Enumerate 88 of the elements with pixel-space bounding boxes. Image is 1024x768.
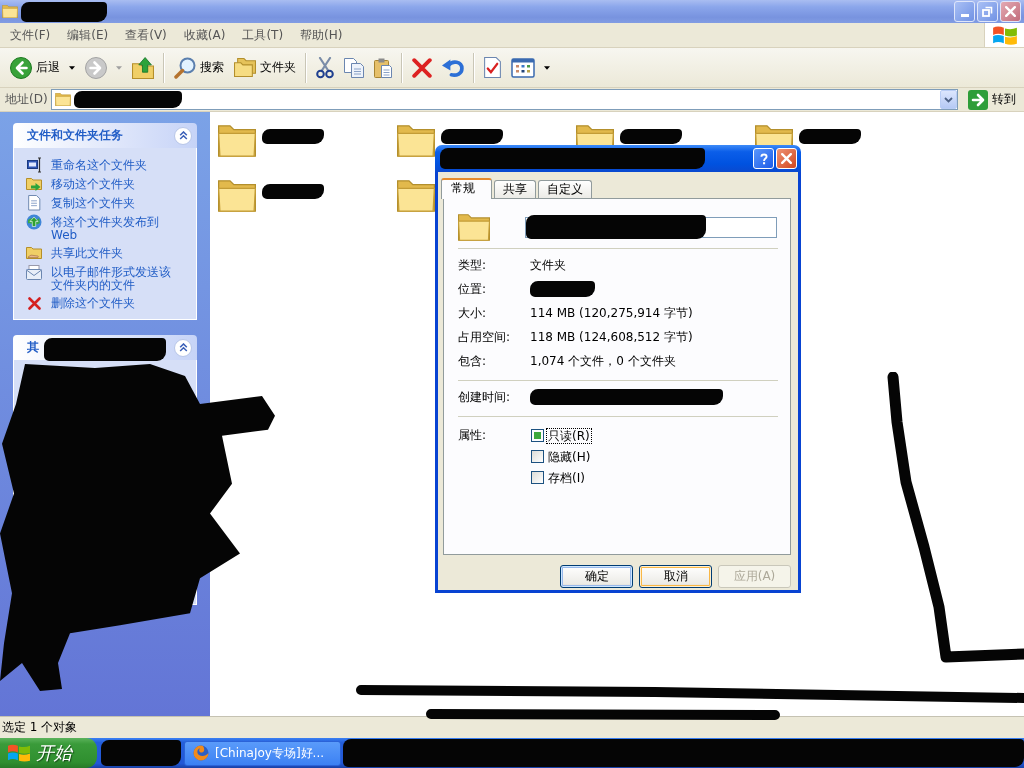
collapse-button[interactable] xyxy=(174,126,192,145)
scissors-icon xyxy=(316,56,334,79)
folder-icon xyxy=(54,93,71,106)
help-button[interactable] xyxy=(753,148,774,169)
flag-logo-icon xyxy=(992,25,1017,45)
checkbox-label[interactable]: 存档(I) xyxy=(546,469,587,486)
task-link[interactable]: 将这个文件夹发布到 Web xyxy=(26,213,173,244)
tab[interactable]: 自定义 xyxy=(538,180,592,198)
property-label: 位置: xyxy=(458,280,487,298)
close-icon xyxy=(1005,6,1016,17)
folder-icon[interactable] xyxy=(397,125,435,157)
cross-icon xyxy=(27,296,41,310)
collapse-button[interactable] xyxy=(174,338,192,357)
minimize-icon xyxy=(960,14,969,17)
flag-logo-icon xyxy=(8,744,30,762)
menu-item[interactable]: 查看(V) xyxy=(117,24,175,46)
task-link[interactable]: 移动这个文件夹 xyxy=(26,175,135,194)
window-cursor-icon xyxy=(26,157,42,173)
folder-icon[interactable] xyxy=(218,125,256,157)
folder-arrow-icon xyxy=(26,177,42,191)
folder-icon xyxy=(2,5,18,18)
caret-icon xyxy=(69,65,75,70)
copy-icon xyxy=(344,57,364,78)
status-text: 选定 1 个对象 xyxy=(2,718,78,736)
document-check-icon xyxy=(484,57,501,78)
task-link[interactable]: 重命名这个文件夹 xyxy=(26,156,147,175)
folder-up-arrow-icon xyxy=(132,56,154,79)
tab[interactable]: 常规 xyxy=(441,178,492,199)
property-label: 创建时间: xyxy=(458,388,511,406)
search-icon xyxy=(174,56,196,79)
property-label: 大小: xyxy=(458,304,487,322)
envelope-icon xyxy=(26,264,42,280)
checkbox[interactable] xyxy=(531,471,544,484)
folder-hand-icon xyxy=(26,246,42,260)
checkbox-label[interactable]: 只读(R) xyxy=(546,427,592,444)
property-label: 占用空间: xyxy=(458,328,511,346)
folders-icon xyxy=(234,58,256,77)
property-label: 类型: xyxy=(458,256,487,274)
checkbox-label[interactable]: 隐藏(H) xyxy=(546,448,593,465)
checkbox[interactable] xyxy=(531,429,544,442)
undo-arrow-icon xyxy=(442,58,464,77)
go-button[interactable]: 转到 xyxy=(964,89,1020,110)
address-label: 地址(D) xyxy=(5,91,48,108)
panel-title: 文件和文件夹任务 xyxy=(27,127,123,144)
name-field[interactable] xyxy=(525,216,777,238)
menu-item[interactable]: 工具(T) xyxy=(234,24,292,46)
menu-item[interactable]: 文件(F) xyxy=(2,24,59,46)
folder-icon[interactable] xyxy=(397,180,435,212)
help-icon xyxy=(759,152,768,165)
property-label: 属性: xyxy=(458,427,487,444)
clipboard-icon xyxy=(374,57,392,78)
folder-icon[interactable] xyxy=(755,125,793,145)
search-button[interactable]: 搜索 xyxy=(169,50,229,85)
dialog-button[interactable]: 取消 xyxy=(639,565,712,588)
address-field[interactable] xyxy=(50,89,958,110)
property-value: 114 MB (120,275,914 字节) xyxy=(530,304,693,322)
menu-item[interactable]: 帮助(H) xyxy=(292,24,351,46)
task-link[interactable]: 删除这个文件夹 xyxy=(26,294,135,313)
document-icon xyxy=(27,195,41,211)
chevron-down-icon xyxy=(944,96,953,103)
back-button[interactable]: 后退 xyxy=(5,50,80,85)
dropdown-button[interactable] xyxy=(940,90,957,109)
menu-item[interactable]: 收藏(A) xyxy=(175,24,234,46)
folder-icon xyxy=(458,213,490,241)
folder-icon[interactable] xyxy=(576,125,614,145)
caret-icon xyxy=(116,65,122,70)
globe-arrow-icon xyxy=(26,214,42,230)
property-value: 文件夹 xyxy=(530,256,566,274)
panel-title: 其 xyxy=(27,339,39,356)
task-link[interactable]: 复制这个文件夹 xyxy=(26,194,135,213)
property-label: 包含: xyxy=(458,352,487,370)
folder-icon[interactable] xyxy=(218,180,256,212)
checkbox[interactable] xyxy=(531,450,544,463)
menu-item[interactable]: 编辑(E) xyxy=(59,24,117,46)
globe-icon xyxy=(193,745,209,761)
property-value: 1,074 个文件，0 个文件夹 xyxy=(530,352,676,370)
task-link[interactable]: 以电子邮件形式发送该文件夹内的文件 xyxy=(26,263,173,294)
start-button[interactable]: 开始 xyxy=(0,738,97,768)
grid-view-icon xyxy=(511,57,535,78)
tab[interactable]: 共享 xyxy=(494,180,536,198)
close-icon xyxy=(781,153,792,164)
restore-icon xyxy=(982,6,993,17)
caret-icon xyxy=(544,65,550,70)
cross-icon xyxy=(412,57,432,78)
folders-button[interactable]: 文件夹 xyxy=(229,50,301,85)
task-link[interactable]: 共享此文件夹 xyxy=(26,244,123,263)
property-value: 118 MB (124,608,512 字节) xyxy=(530,328,693,346)
dialog-button[interactable]: 确定 xyxy=(560,565,633,588)
